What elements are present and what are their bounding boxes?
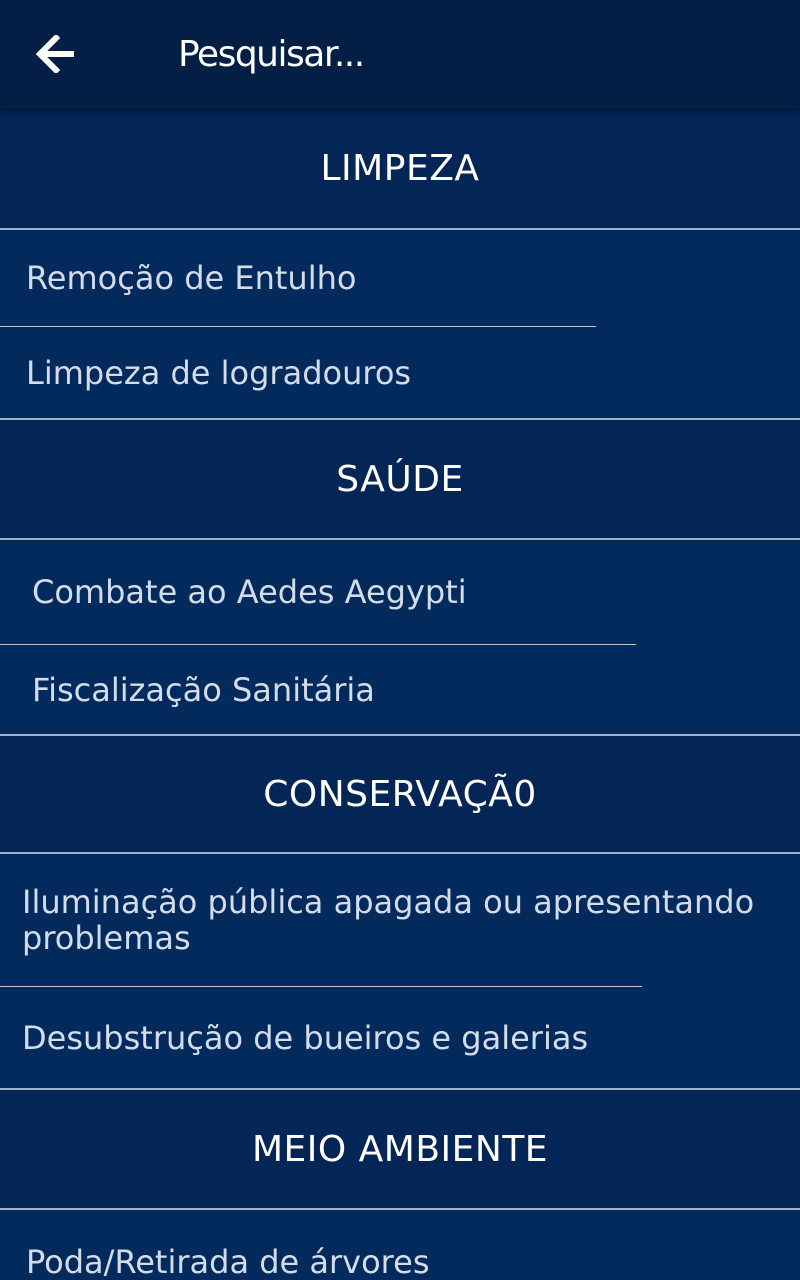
section-header-meio-ambiente: MEIO AMBIENTE [0, 1090, 800, 1208]
list-item-limpeza-logradouros[interactable]: Limpeza de logradouros [0, 327, 800, 418]
list-item-label: Poda/Retirada de árvores [26, 1243, 430, 1280]
list-item-desubstrucao-bueiros[interactable]: Desubstrução de bueiros e galerias [0, 987, 800, 1088]
list-item-label: Remoção de Entulho [26, 259, 357, 297]
section-title: SAÚDE [336, 458, 464, 500]
search-input[interactable] [178, 26, 758, 82]
list-item-poda-arvores[interactable]: Poda/Retirada de árvores [0, 1210, 800, 1280]
back-button[interactable] [28, 28, 84, 80]
section-header-conservacao: CONSERVAÇÃ0 [0, 736, 800, 852]
section-title: CONSERVAÇÃ0 [263, 773, 537, 815]
section-header-limpeza: LIMPEZA [0, 108, 800, 228]
section-title: LIMPEZA [320, 147, 480, 189]
section-title: MEIO AMBIENTE [251, 1128, 549, 1170]
list-item-fiscalizacao-sanitaria[interactable]: Fiscalização Sanitária [0, 645, 800, 734]
list-item-combate-aedes[interactable]: Combate ao Aedes Aegypti [0, 540, 800, 644]
arrow-left-icon [36, 35, 74, 73]
list-item-label: Desubstrução de bueiros e galerias [22, 1018, 589, 1057]
list-item-iluminacao-publica[interactable]: Iluminação pública apagada ou apresentan… [0, 854, 800, 986]
list-item-label: Fiscalização Sanitária [32, 670, 375, 709]
screen: LIMPEZA Remoção de Entulho Limpeza de lo… [0, 0, 800, 1280]
search-appbar [0, 0, 800, 108]
section-header-saude: SAÚDE [0, 420, 800, 538]
list-item-label: Limpeza de logradouros [26, 353, 412, 392]
list-item-label: Iluminação pública apagada ou apresentan… [22, 883, 755, 957]
list-item-label: Combate ao Aedes Aegypti [32, 573, 467, 611]
list-item-remocao-entulho[interactable]: Remoção de Entulho [0, 230, 800, 326]
